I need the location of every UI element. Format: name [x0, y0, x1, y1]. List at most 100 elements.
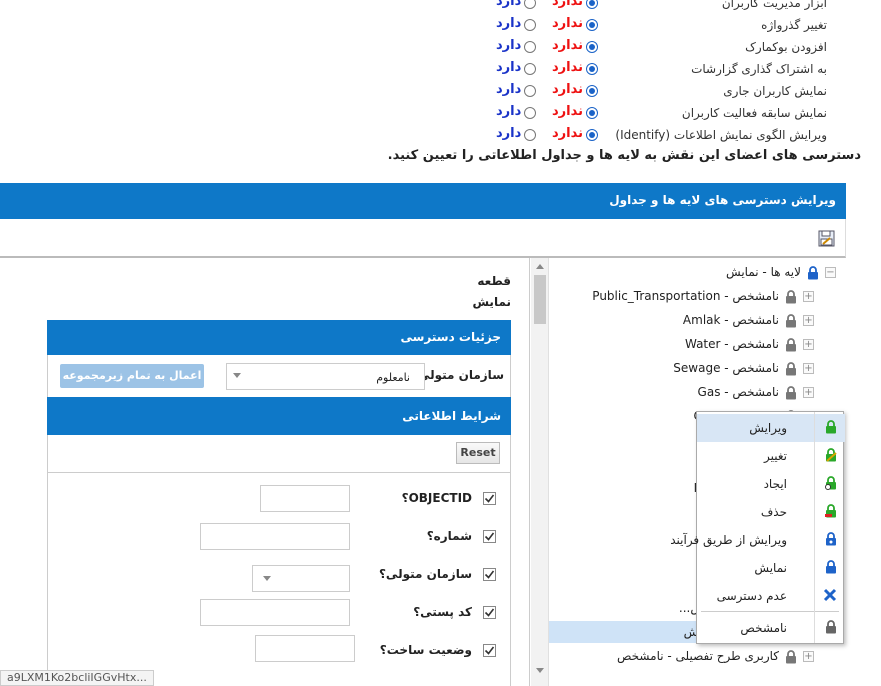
permission-row: افزودن بوکمارک ندارد دارد — [0, 36, 881, 58]
expand-icon[interactable]: + — [803, 338, 814, 350]
lock-delete-icon — [823, 504, 837, 520]
context-menu-item[interactable]: نامشخص — [697, 614, 845, 642]
conditions-title: شرایط اطلاعاتی — [402, 409, 501, 423]
conditions-toolbar: Reset — [47, 435, 511, 473]
lock-icon — [785, 337, 797, 351]
tree-item[interactable]: Water - نامشخص + — [685, 333, 814, 355]
condition-row: OBJECTID؟ — [48, 485, 512, 515]
radio-no[interactable] — [586, 85, 598, 97]
radio-yes[interactable] — [524, 107, 536, 119]
apply-all-button[interactable]: اعمال به تمام زیرمجموعه — [60, 364, 204, 388]
tree-item[interactable]: Amlak - نامشخص + — [683, 309, 814, 331]
condition-checkbox[interactable] — [483, 530, 496, 543]
option-yes-label: دارد — [496, 60, 522, 75]
radio-no[interactable] — [586, 129, 598, 141]
condition-select[interactable] — [252, 565, 350, 592]
condition-input[interactable] — [255, 635, 355, 662]
lock-edit-green-icon — [823, 420, 837, 436]
context-menu-item[interactable]: ویرایش — [697, 414, 845, 442]
condition-row: وضعیت ساخت؟ — [48, 635, 512, 667]
permission-row: تغییر گذرواژه ندارد دارد — [0, 14, 881, 36]
context-menu-item[interactable]: ویرایش از طریق فرآیند — [670, 526, 845, 554]
condition-checkbox[interactable] — [483, 568, 496, 581]
context-menu-item[interactable]: عدم دسترسی — [697, 582, 845, 610]
permission-row: به اشتراک گذاری گزارشات ندارد دارد — [0, 58, 881, 80]
chevron-down-icon — [233, 373, 241, 378]
radio-yes[interactable] — [524, 129, 536, 141]
condition-checkbox[interactable] — [483, 492, 496, 505]
scroll-down-arrow[interactable] — [536, 668, 544, 673]
lock-create-icon — [823, 476, 837, 492]
context-menu-item[interactable]: تغییر — [697, 442, 845, 470]
tree-item-label: لایه ها - نمایش — [726, 265, 801, 279]
lock-unknown-icon — [823, 620, 837, 636]
tree-item-label: Public_Transportation - نامشخص — [592, 289, 779, 303]
condition-row: سازمان متولی؟ — [48, 561, 512, 592]
tree-root[interactable]: لایه ها - نمایش − — [726, 261, 836, 283]
panel-title: ویرایش دسترسی های لایه ها و جداول — [609, 193, 836, 207]
status-url: a9LXM1Ko2bcliIGGvHtx... — [0, 670, 154, 686]
lock-icon — [785, 361, 797, 375]
no-access-x-icon — [823, 588, 837, 604]
condition-label: وضعیت ساخت؟ — [379, 643, 472, 657]
lock-view-icon — [823, 560, 837, 576]
scroll-thumb[interactable] — [534, 275, 546, 324]
condition-label: OBJECTID؟ — [401, 491, 472, 505]
conditions-fields: OBJECTID؟ شماره؟ سازمان متولی؟ کد پستی؟ وضعی… — [47, 473, 511, 686]
tree-item-label: کاربری طرح تفصیلی - نامشخص — [616, 649, 779, 663]
permission-label: افزودن بوکمارک — [745, 40, 827, 54]
tree-item[interactable]: Gas - نامشخص + — [698, 381, 814, 403]
option-yes-label: دارد — [496, 38, 522, 53]
tree-item-label: Amlak - نامشخص — [682, 313, 779, 327]
expand-icon[interactable]: + — [803, 362, 814, 374]
context-menu-item[interactable]: ایجاد — [697, 470, 845, 498]
condition-checkbox[interactable] — [483, 606, 496, 619]
option-no-label: ندارد — [552, 16, 584, 31]
conditions-header: شرایط اطلاعاتی — [47, 397, 511, 435]
expand-icon[interactable]: + — [803, 386, 814, 398]
expand-icon[interactable]: + — [803, 650, 814, 662]
condition-input[interactable] — [260, 485, 350, 512]
permission-row: نمایش سابقه فعالیت کاربران ندارد دارد — [0, 102, 881, 124]
condition-input[interactable] — [200, 523, 350, 550]
radio-yes[interactable] — [524, 19, 536, 31]
reset-button[interactable]: Reset — [456, 442, 500, 464]
radio-no[interactable] — [586, 19, 598, 31]
radio-no[interactable] — [586, 63, 598, 75]
option-yes-label: دارد — [496, 126, 522, 141]
context-menu-label: ویرایش — [749, 421, 787, 435]
radio-yes[interactable] — [524, 63, 536, 75]
tree-item[interactable]: کاربری طرح تفصیلی - نامشخص + — [617, 645, 814, 667]
permission-label: ویرایش الگوی نمایش اطلاعات (Identify) — [615, 128, 827, 142]
save-icon[interactable] — [818, 230, 835, 247]
radio-no[interactable] — [586, 41, 598, 53]
context-menu-item[interactable]: نمایش — [697, 554, 845, 582]
radio-no[interactable] — [586, 107, 598, 119]
permission-label: ابزار مدیریت کاربران — [721, 0, 827, 10]
lock-icon — [785, 289, 797, 303]
lock-icon — [807, 265, 819, 279]
tree-item[interactable]: Sewage - نامشخص + — [673, 357, 814, 379]
condition-label: سازمان متولی؟ — [378, 567, 472, 581]
condition-label: شماره؟ — [426, 529, 472, 543]
tree-item[interactable]: Public_Transportation - نامشخص + — [592, 285, 814, 307]
collapse-icon[interactable]: − — [825, 266, 836, 278]
condition-checkbox[interactable] — [483, 644, 496, 657]
context-menu-label: حذف — [760, 505, 787, 519]
org-select[interactable]: نامعلوم — [226, 363, 425, 390]
context-menu-label: نمایش — [754, 561, 787, 575]
radio-no[interactable] — [586, 0, 598, 9]
expand-icon[interactable]: + — [803, 314, 814, 326]
tree-item-label: Water - نامشخص — [684, 337, 779, 351]
scroll-up-arrow[interactable] — [536, 264, 544, 269]
tree-item-label: Sewage - نامشخص — [673, 361, 779, 375]
tree-scrollbar[interactable] — [531, 258, 549, 686]
radio-yes[interactable] — [524, 0, 536, 9]
radio-yes[interactable] — [524, 85, 536, 97]
expand-icon[interactable]: + — [803, 290, 814, 302]
context-menu-item[interactable]: حذف — [697, 498, 845, 526]
context-menu-label: ویرایش از طریق فرآیند — [670, 533, 787, 547]
radio-yes[interactable] — [524, 41, 536, 53]
condition-row: کد پستی؟ — [48, 599, 512, 629]
condition-input[interactable] — [200, 599, 350, 626]
